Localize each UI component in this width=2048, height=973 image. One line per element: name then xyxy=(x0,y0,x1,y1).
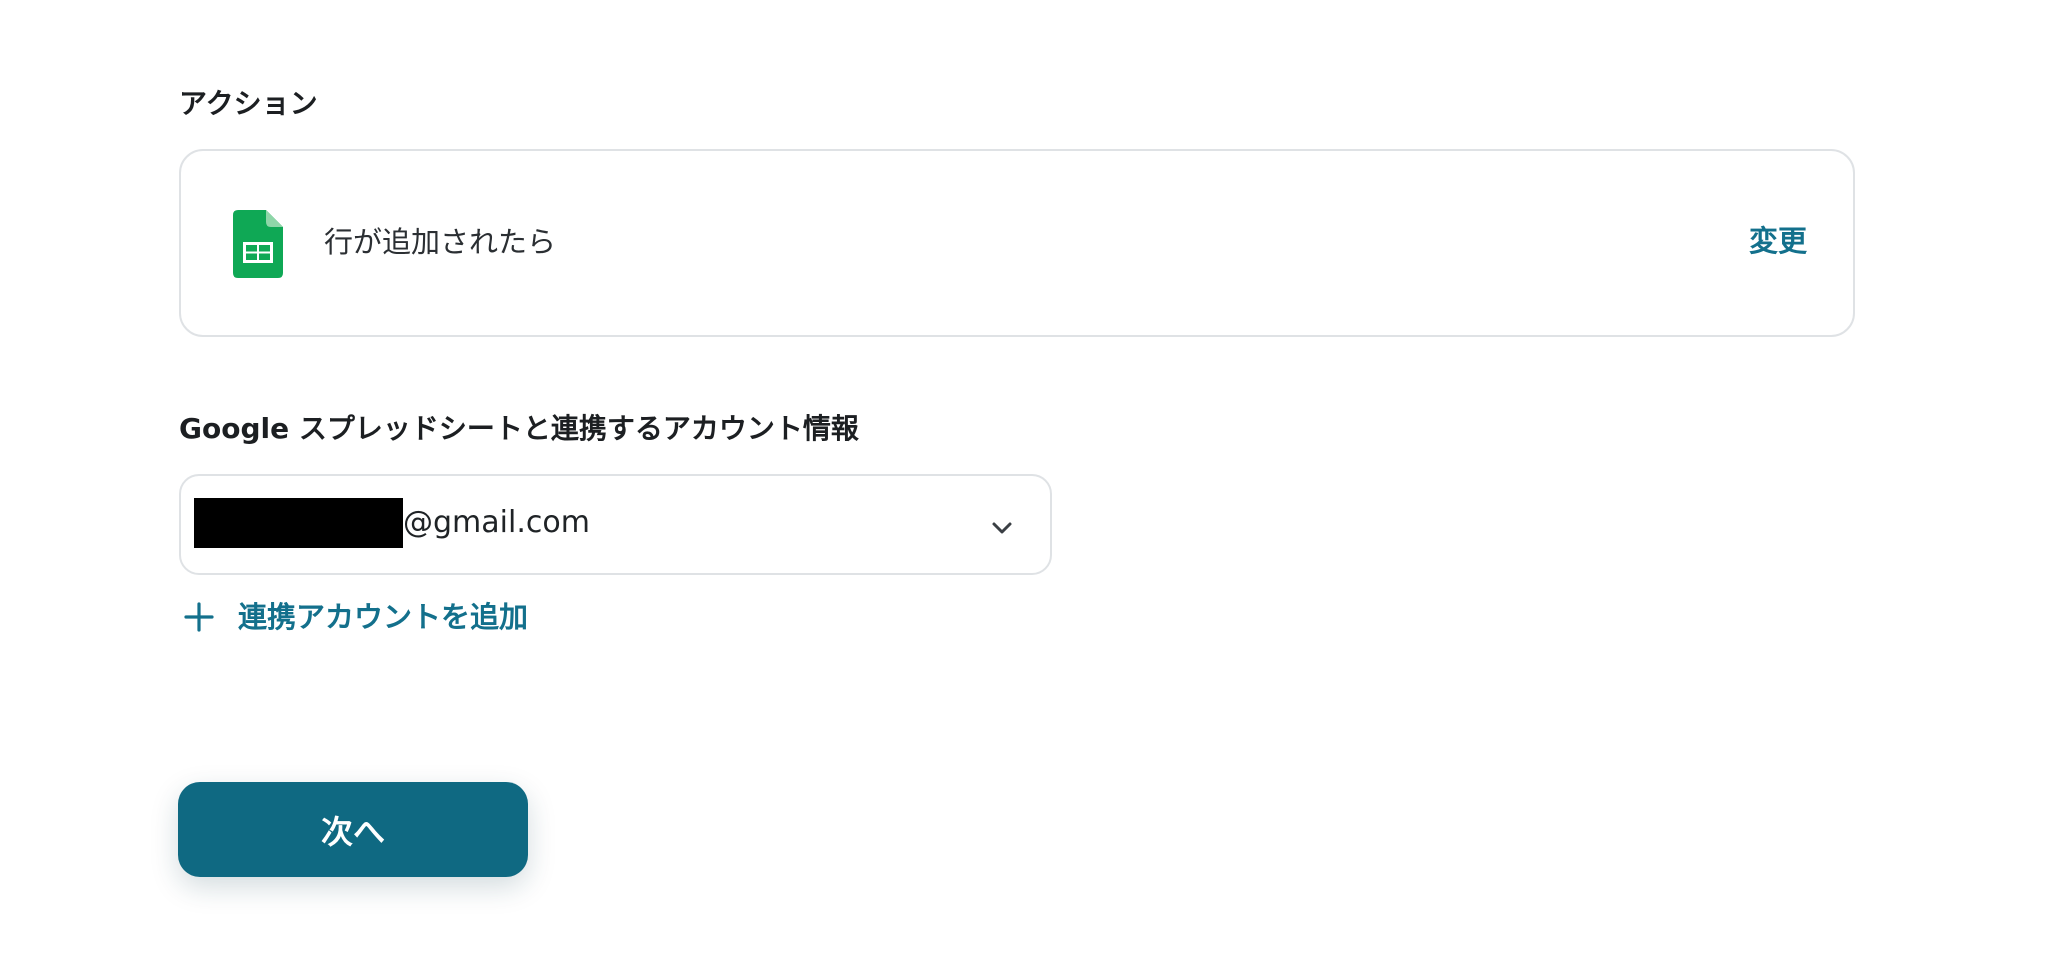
redacted-email-local-part xyxy=(194,498,403,548)
add-account-label: 連携アカウントを追加 xyxy=(238,599,529,634)
action-section-label: アクション xyxy=(179,87,318,120)
chevron-down-icon[interactable] xyxy=(988,514,1016,542)
action-card: 行が追加されたら 変更 xyxy=(179,149,1855,337)
plus-icon xyxy=(182,600,216,634)
account-section-label: Google スプレッドシートと連携するアカウント情報 xyxy=(179,412,859,445)
google-sheets-icon xyxy=(233,210,283,278)
account-select[interactable]: @gmail.com xyxy=(179,474,1052,575)
next-button[interactable]: 次へ xyxy=(178,782,528,877)
change-action-link[interactable]: 変更 xyxy=(1749,227,1807,256)
action-trigger-text: 行が追加されたら xyxy=(324,225,557,259)
add-account-link[interactable]: 連携アカウントを追加 xyxy=(182,597,528,637)
account-email-domain: @gmail.com xyxy=(403,505,590,540)
